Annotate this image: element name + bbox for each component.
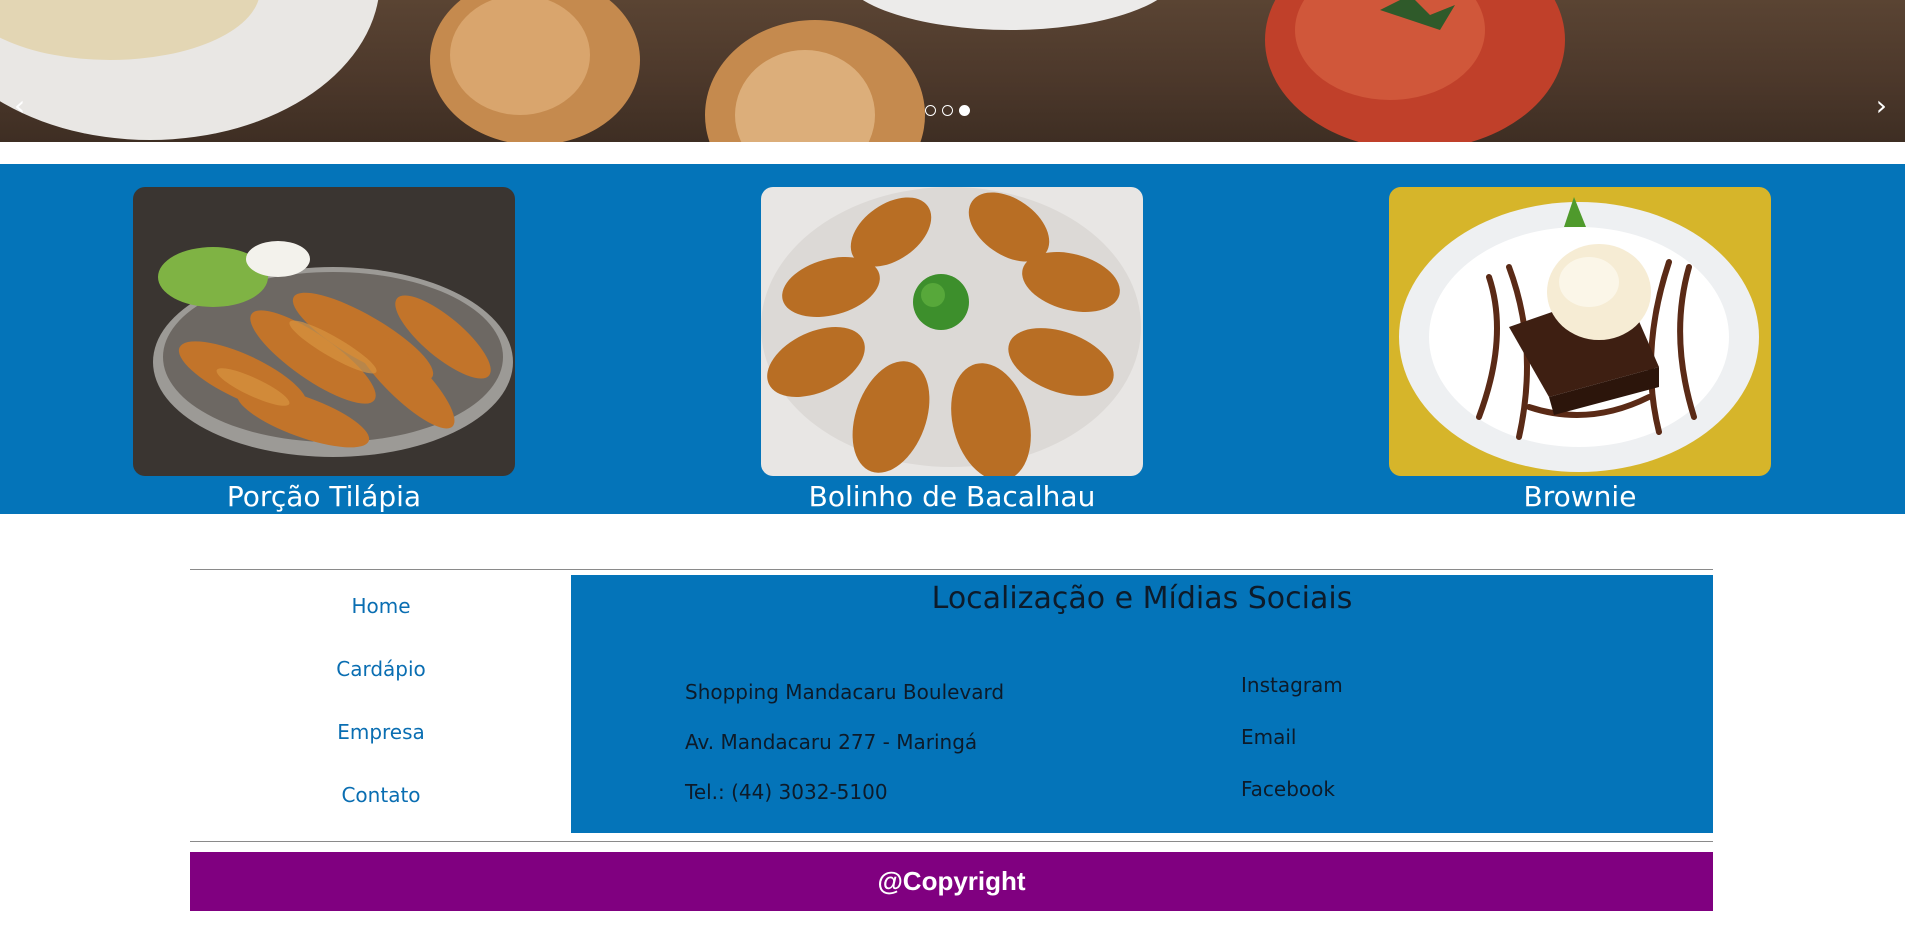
dish-name-bacalhau: Bolinho de Bacalhau (808, 480, 1096, 513)
social-link-email[interactable]: Email (1241, 711, 1343, 763)
carousel-indicators (925, 105, 970, 116)
dish-image-brownie (1389, 187, 1771, 476)
nav-link-home[interactable]: Home (190, 575, 572, 638)
top-divider (190, 569, 1713, 570)
dish-image-bacalhau (761, 187, 1143, 476)
address-block: Shopping Mandacaru Boulevard Av. Mandaca… (685, 667, 1004, 817)
social-link-instagram[interactable]: Instagram (1241, 659, 1343, 711)
featured-dishes: Porção Tilápia Bolinho de Bacalhau Brown… (0, 164, 1905, 514)
hero-carousel: ‹ › (0, 0, 1905, 142)
dish-image-tilapia (133, 187, 515, 476)
dish-name-tilapia: Porção Tilápia (226, 480, 422, 513)
location-social-panel: Localização e Mídias Sociais Shopping Ma… (571, 575, 1713, 833)
nav-link-empresa[interactable]: Empresa (190, 701, 572, 764)
carousel-indicator-1[interactable] (925, 105, 936, 116)
copyright-bar: @Copyright (190, 852, 1713, 911)
social-links: Instagram Email Facebook (1241, 659, 1343, 815)
address-line-mall: Shopping Mandacaru Boulevard (685, 680, 1005, 704)
nav-link-contato[interactable]: Contato (190, 764, 572, 827)
footer-nav: Home Cardápio Empresa Contato (190, 575, 572, 827)
carousel-prev-button[interactable]: ‹ (14, 92, 25, 120)
nav-link-cardapio[interactable]: Cardápio (190, 638, 572, 701)
address-line-street: Av. Mandacaru 277 - Maringá (685, 730, 978, 754)
carousel-indicator-3[interactable] (959, 105, 970, 116)
dish-card-tilapia[interactable]: Porção Tilápia (133, 187, 515, 514)
hero-slide-image (0, 0, 1565, 142)
carousel-indicator-2[interactable] (942, 105, 953, 116)
bottom-divider (190, 841, 1713, 842)
dish-card-brownie[interactable]: Brownie (1389, 187, 1771, 514)
dish-name-brownie: Brownie (1523, 480, 1637, 513)
location-title: Localização e Mídias Sociais (931, 581, 1353, 616)
dish-card-bacalhau[interactable]: Bolinho de Bacalhau (761, 187, 1143, 514)
address-line-phone: Tel.: (44) 3032-5100 (685, 780, 888, 804)
carousel-next-button[interactable]: › (1876, 92, 1887, 120)
social-link-facebook[interactable]: Facebook (1241, 763, 1343, 815)
